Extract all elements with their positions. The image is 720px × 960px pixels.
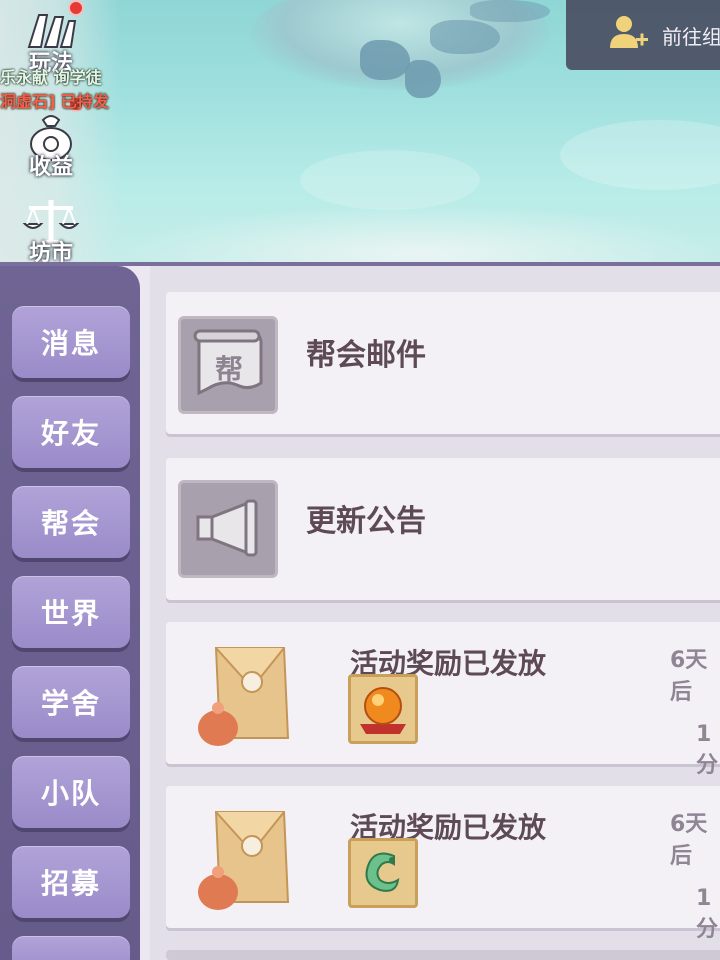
reward-mail-item[interactable]: 活动奖励已发放 6天后 1分 — [166, 622, 720, 778]
megaphone-icon — [178, 480, 278, 578]
update-notice-item[interactable]: 更新公告 — [166, 458, 720, 600]
tab-academy[interactable]: 学舍 — [12, 666, 130, 738]
svg-text:帮: 帮 — [215, 353, 243, 386]
guild-scroll-icon: 帮 — [178, 316, 278, 414]
world-scene: 玩法 收益 坊市 乐永献 询学徒 洞虚石] 已持发 前往组 — [0, 0, 720, 268]
list-item[interactable] — [166, 950, 720, 960]
received-time: 1分 — [696, 886, 719, 942]
received-time: 1分 — [696, 722, 719, 778]
reward-item-slot[interactable] — [348, 838, 418, 908]
add-member-icon — [610, 16, 648, 48]
reward-envelope-icon — [198, 647, 290, 746]
goto-team-label: 前往组 — [662, 24, 720, 49]
jade-dragon-icon — [365, 852, 400, 892]
orange-orb-icon — [360, 687, 406, 734]
goto-team-button[interactable]: 前往组 — [566, 0, 720, 70]
scroll-message-line-2: 洞虚石] 已持发 — [0, 92, 109, 111]
tab-messages[interactable]: 消息 — [12, 306, 130, 378]
channel-sidebar: 消息 好友 帮会 世界 学舍 小队 招募 — [0, 266, 140, 960]
market-button[interactable]: 坊市 — [14, 196, 88, 266]
guild-mail-item[interactable]: 帮 帮会邮件 — [166, 292, 720, 434]
tab-squad[interactable]: 小队 — [12, 756, 130, 828]
tab-more[interactable] — [12, 936, 130, 960]
tab-friends[interactable]: 好友 — [12, 396, 130, 468]
guild-mail-title: 帮会邮件 — [306, 338, 426, 373]
tab-recruit[interactable]: 招募 — [12, 846, 130, 918]
gameplay-notification-dot — [68, 0, 84, 16]
earnings-button[interactable]: 收益 — [14, 110, 88, 180]
tab-world[interactable]: 世界 — [12, 576, 130, 648]
expire-time: 6天后 — [670, 648, 708, 705]
tab-guild[interactable]: 帮会 — [12, 486, 130, 558]
update-notice-title: 更新公告 — [306, 504, 426, 539]
reward-mail-item[interactable]: 活动奖励已发放 6天后 1分 — [166, 786, 720, 942]
expire-time: 6天后 — [670, 812, 708, 869]
reward-item-slot[interactable] — [348, 674, 418, 744]
reward-envelope-icon — [198, 811, 290, 910]
scroll-message-line-1: 乐永献 询学徒 — [0, 68, 102, 87]
